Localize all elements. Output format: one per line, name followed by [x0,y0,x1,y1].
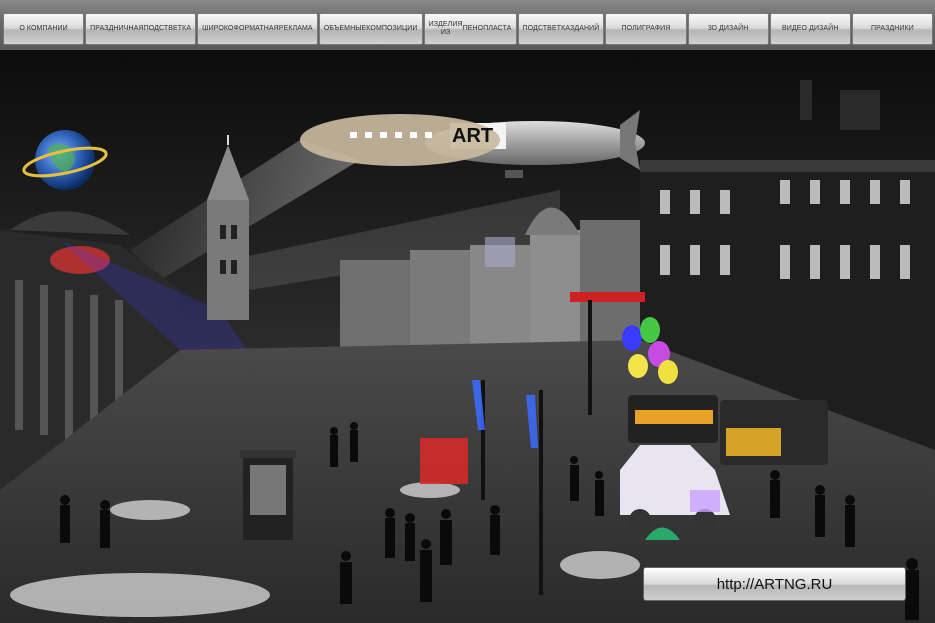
city-illustration: ART [0,50,935,623]
nav-item-label: ПОДСТВЕТКА [522,25,571,32]
nav-item-festive-decor[interactable]: ПРАЗДНИЧНАЯ ПОДСТВЕТКА [85,13,197,45]
tram-dark [720,400,828,465]
nav-item-label: 3D ДИЗАЙН [707,25,749,32]
nav-item-label: ПЕНОПЛАСТА [462,25,512,32]
nav-item-label: ЗДАНИЙ [570,25,600,32]
nav-item-label: ПОЛИГРАФИЯ [621,25,671,32]
red-booth [420,438,468,484]
nav-item-label: О КОМПАНИИ [19,25,68,32]
nav-item-label: ШИРОКОФОРМАТНАЯ [202,25,279,32]
nav-item-label: РЕКЛАМА [278,25,313,32]
hero-city-scene: ART [0,50,935,623]
nav-item-video-design[interactable]: ВИДЕО ДИЗАЙН [769,13,851,45]
nav-item-foam-products[interactable]: ИЗДЕЛИЯ ИЗ ПЕНОПЛАСТА [423,13,517,45]
nav-item-label: КОМПОЗИЦИИ [366,25,418,32]
main-menu: О КОМПАНИИ ПРАЗДНИЧНАЯ ПОДСТВЕТКА ШИРОКОФОР… [3,13,933,45]
site-url-link[interactable]: http://ARTNG.RU [643,567,906,601]
advertising-column [240,450,296,540]
nav-item-printing[interactable]: ПОЛИГРАФИЯ [605,13,687,45]
nav-item-volume-compositions[interactable]: ОБЪЕМНЫЕ КОМПОЗИЦИИ [318,13,423,45]
nav-item-label: ПРАЗДНИКИ [870,25,914,32]
nav-item-label: ПРАЗДНИЧНАЯ [90,25,144,32]
nav-item-holidays[interactable]: ПРАЗДНИКИ [851,13,933,45]
blimp-label: ART [452,125,493,147]
nav-item-label: ВИДЕО ДИЗАЙН [782,25,839,32]
nav-item-label: ОБЪЕМНЫЕ [323,25,367,32]
nav-item-company[interactable]: О КОМПАНИИ [3,13,85,45]
nav-item-label: ИЗДЕЛИЯ ИЗ [428,21,463,36]
tram-yellow [628,395,718,443]
nav-item-building-lighting[interactable]: ПОДСТВЕТКА ЗДАНИЙ [517,13,605,45]
nav-item-wide-format[interactable]: ШИРОКОФОРМАТНАЯ РЕКЛАМА [197,13,318,45]
nav-item-3d-design[interactable]: 3D ДИЗАЙН [687,13,769,45]
nav-item-label: ПОДСТВЕТКА [143,25,192,32]
top-navigation-bar: О КОМПАНИИ ПРАЗДНИЧНАЯ ПОДСТВЕТКА ШИРОКОФОР… [0,0,935,51]
